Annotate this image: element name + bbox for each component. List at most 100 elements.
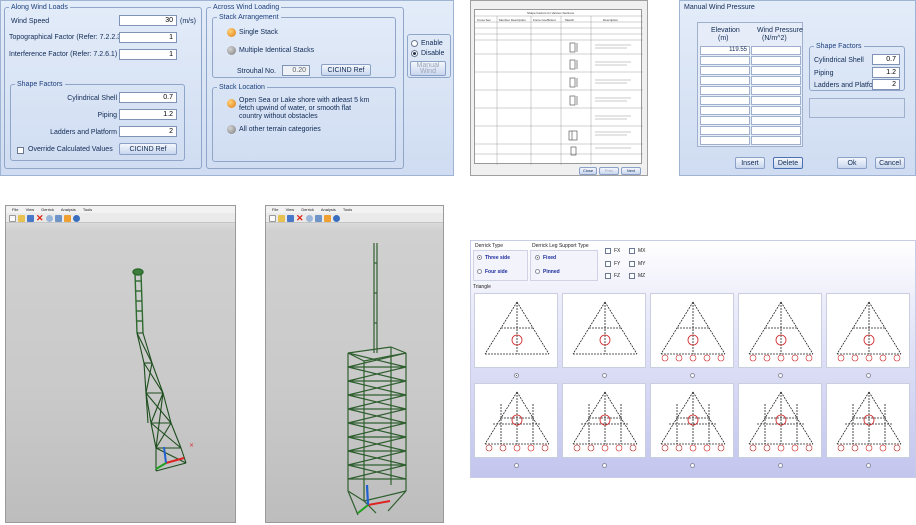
single-stack-option[interactable] — [227, 28, 236, 37]
pattern-thumbnail[interactable] — [474, 293, 558, 368]
new-file-icon[interactable] — [9, 215, 16, 222]
pattern-radio[interactable] — [690, 463, 695, 468]
help-icon[interactable] — [333, 215, 340, 222]
multiple-stacks-option[interactable] — [227, 46, 236, 55]
menu-tools[interactable]: Tools — [83, 207, 92, 212]
elevation-cell[interactable] — [700, 56, 750, 65]
ref-prev-button[interactable]: Prev — [599, 167, 619, 175]
zoom-icon[interactable] — [46, 215, 53, 222]
pressure-ladders-field[interactable]: 2 — [872, 79, 900, 90]
piping-field[interactable]: 1.2 — [119, 109, 177, 120]
pattern-radio[interactable] — [778, 463, 783, 468]
save-icon[interactable] — [27, 215, 34, 222]
menu-file[interactable]: File — [12, 207, 18, 212]
pattern-thumbnail[interactable] — [474, 383, 558, 458]
open-folder-icon[interactable] — [278, 215, 285, 222]
pattern-thumbnail[interactable] — [650, 383, 734, 458]
menu-analysis[interactable]: Analysis — [321, 207, 336, 212]
pattern-radio[interactable] — [602, 373, 607, 378]
manual-wind-button[interactable]: Manual Wind — [410, 61, 446, 76]
elevation-cell[interactable] — [700, 136, 750, 145]
pattern-thumbnail[interactable] — [738, 383, 822, 458]
mz-checkbox[interactable] — [629, 273, 635, 279]
menu-view[interactable]: View — [26, 207, 35, 212]
other-terrain-option[interactable] — [227, 125, 236, 134]
fz-checkbox[interactable] — [605, 273, 611, 279]
delete-button[interactable]: Delete — [773, 157, 803, 169]
interference-factor-field[interactable]: 1 — [119, 49, 177, 60]
pattern-thumbnail[interactable] — [826, 383, 910, 458]
across-cicind-ref-button[interactable]: CICIND Ref — [321, 64, 371, 76]
menu-derrick[interactable]: Derrick — [301, 207, 314, 212]
enable-radio[interactable] — [411, 40, 418, 47]
mx-checkbox[interactable] — [629, 248, 635, 254]
pressure-cell[interactable] — [751, 106, 801, 115]
pattern-thumbnail[interactable] — [562, 293, 646, 368]
elevation-cell[interactable] — [700, 66, 750, 75]
ok-button[interactable]: Ok — [837, 157, 867, 169]
four-side-radio[interactable] — [477, 269, 482, 274]
disable-radio[interactable] — [411, 50, 418, 57]
open-folder-icon[interactable] — [18, 215, 25, 222]
menu-file[interactable]: File — [272, 207, 278, 212]
save-icon[interactable] — [287, 215, 294, 222]
fx-checkbox[interactable] — [605, 248, 611, 254]
my-checkbox[interactable] — [629, 261, 635, 267]
override-checkbox[interactable] — [17, 147, 24, 154]
elevation-cell[interactable] — [700, 126, 750, 135]
pressure-cell[interactable] — [751, 56, 801, 65]
ladders-platform-field[interactable]: 2 — [119, 126, 177, 137]
open-sea-option[interactable] — [227, 99, 236, 108]
menu-analysis[interactable]: Analysis — [61, 207, 76, 212]
fy-checkbox[interactable] — [605, 261, 611, 267]
pattern-radio[interactable] — [514, 373, 519, 378]
wind-speed-field[interactable]: 30 — [119, 15, 177, 26]
menu-derrick[interactable]: Derrick — [41, 207, 54, 212]
cicind-ref-button[interactable]: CICIND Ref — [119, 143, 177, 155]
pattern-radio[interactable] — [866, 463, 871, 468]
pattern-radio[interactable] — [866, 373, 871, 378]
elevation-cell[interactable] — [700, 116, 750, 125]
topographical-factor-field[interactable]: 1 — [119, 32, 177, 43]
elevation-cell[interactable] — [700, 106, 750, 115]
insert-button[interactable]: Insert — [735, 157, 765, 169]
pressure-cell[interactable] — [751, 136, 801, 145]
pattern-thumbnail[interactable] — [562, 383, 646, 458]
menu-tools[interactable]: Tools — [343, 207, 352, 212]
pinned-radio[interactable] — [535, 269, 540, 274]
pattern-radio[interactable] — [778, 373, 783, 378]
delete-icon[interactable]: ✕ — [36, 214, 44, 223]
new-file-icon[interactable] — [269, 215, 276, 222]
pressure-cell[interactable] — [751, 96, 801, 105]
pressure-piping-field[interactable]: 1.2 — [872, 67, 900, 78]
pattern-thumbnail[interactable] — [650, 293, 734, 368]
pressure-cell[interactable] — [751, 116, 801, 125]
pressure-cell[interactable] — [751, 66, 801, 75]
pressure-cell[interactable] — [751, 76, 801, 85]
pan-icon[interactable] — [64, 215, 71, 222]
menu-view[interactable]: View — [286, 207, 295, 212]
pressure-cell[interactable] — [751, 86, 801, 95]
elevation-cell[interactable] — [700, 76, 750, 85]
pressure-cell[interactable] — [751, 126, 801, 135]
pattern-radio[interactable] — [602, 463, 607, 468]
pattern-thumbnail[interactable] — [738, 293, 822, 368]
delete-icon[interactable]: ✕ — [296, 214, 304, 223]
ref-next-button[interactable]: Next — [621, 167, 641, 175]
cancel-button[interactable]: Cancel — [875, 157, 905, 169]
pattern-radio[interactable] — [514, 463, 519, 468]
fixed-radio[interactable] — [535, 255, 540, 260]
three-side-radio[interactable] — [477, 255, 482, 260]
pan-icon[interactable] — [324, 215, 331, 222]
elevation-cell[interactable]: 119.55 — [700, 46, 750, 55]
zoom-icon[interactable] — [306, 215, 313, 222]
elevation-cell[interactable] — [700, 86, 750, 95]
pressure-cyl-field[interactable]: 0.7 — [872, 54, 900, 65]
ref-close-button[interactable]: Close — [579, 167, 597, 175]
help-icon[interactable] — [73, 215, 80, 222]
pattern-radio[interactable] — [690, 373, 695, 378]
pattern-thumbnail[interactable] — [826, 293, 910, 368]
strouhal-field[interactable]: 0.20 — [282, 65, 310, 76]
pressure-cell[interactable] — [751, 46, 801, 55]
zoom-window-icon[interactable] — [315, 215, 322, 222]
